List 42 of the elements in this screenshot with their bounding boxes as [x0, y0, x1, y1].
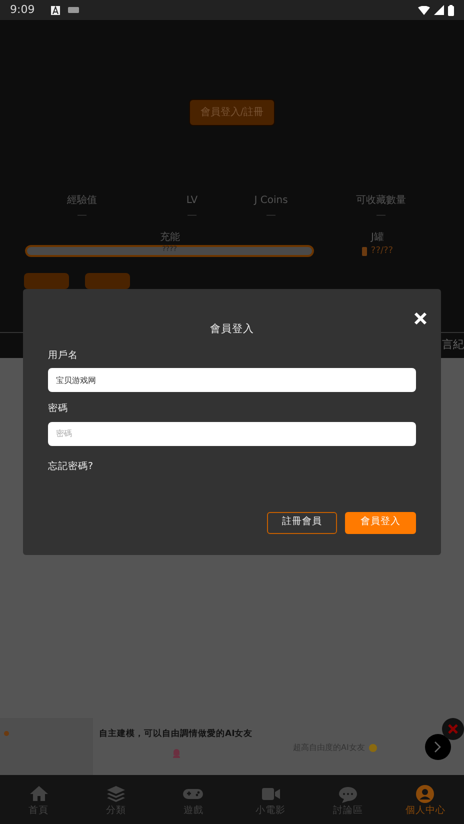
- jar-icon: [362, 247, 367, 256]
- jar-reading: ??/??: [370, 245, 394, 258]
- layers-icon: [106, 784, 126, 804]
- ad-dot-icon: [4, 731, 9, 736]
- stat-value: —: [266, 210, 276, 221]
- dialog-title: 會員登入: [210, 323, 254, 335]
- stat-label: LV: [186, 195, 198, 206]
- emoji-icon: [368, 744, 377, 752]
- status-time: 9:09: [10, 2, 35, 18]
- user-icon: [415, 784, 436, 804]
- battery-icon: [448, 4, 454, 16]
- field-label: 密碼: [48, 403, 68, 414]
- action-button[interactable]: [24, 272, 69, 288]
- tab-label[interactable]: 言紀: [442, 337, 464, 354]
- chevron-right-icon: [434, 741, 442, 753]
- login-button[interactable]: 會員登入: [345, 512, 416, 534]
- keyboard-icon: [68, 7, 79, 13]
- wifi-icon: [418, 6, 430, 14]
- signal-icon: [434, 5, 444, 15]
- notification-icon: [50, 6, 60, 14]
- nav-tab[interactable]: 個人中心: [386, 775, 464, 824]
- action-button[interactable]: [85, 272, 130, 288]
- woman-emoji-icon: [172, 749, 180, 758]
- input-field[interactable]: 密碼: [48, 422, 416, 446]
- close-icon: [448, 724, 458, 734]
- stat-label: 可收藏數量: [356, 195, 406, 206]
- next-button[interactable]: [425, 734, 451, 760]
- stat-value: —: [77, 210, 87, 221]
- close-ad-button[interactable]: [442, 718, 464, 740]
- close-icon: [414, 312, 427, 326]
- stat-label: J Coins: [254, 195, 288, 206]
- jar-label: J罐: [371, 232, 384, 243]
- ad-headline: 自主建模，可以自由調情做愛的AI女友: [99, 728, 253, 741]
- register-button[interactable]: 註冊會員: [267, 512, 337, 534]
- stat-label: 經驗值: [67, 195, 97, 206]
- stat-value: —: [376, 210, 386, 221]
- stat-value: —: [187, 210, 197, 221]
- chat-bubble-icon: [338, 784, 358, 804]
- field-label: 用戶名: [48, 350, 78, 361]
- energy-label: 充能: [160, 232, 180, 243]
- forgot-password-link[interactable]: 忘記密碼?: [48, 460, 94, 472]
- input-field[interactable]: 宝贝游戏网: [48, 368, 416, 392]
